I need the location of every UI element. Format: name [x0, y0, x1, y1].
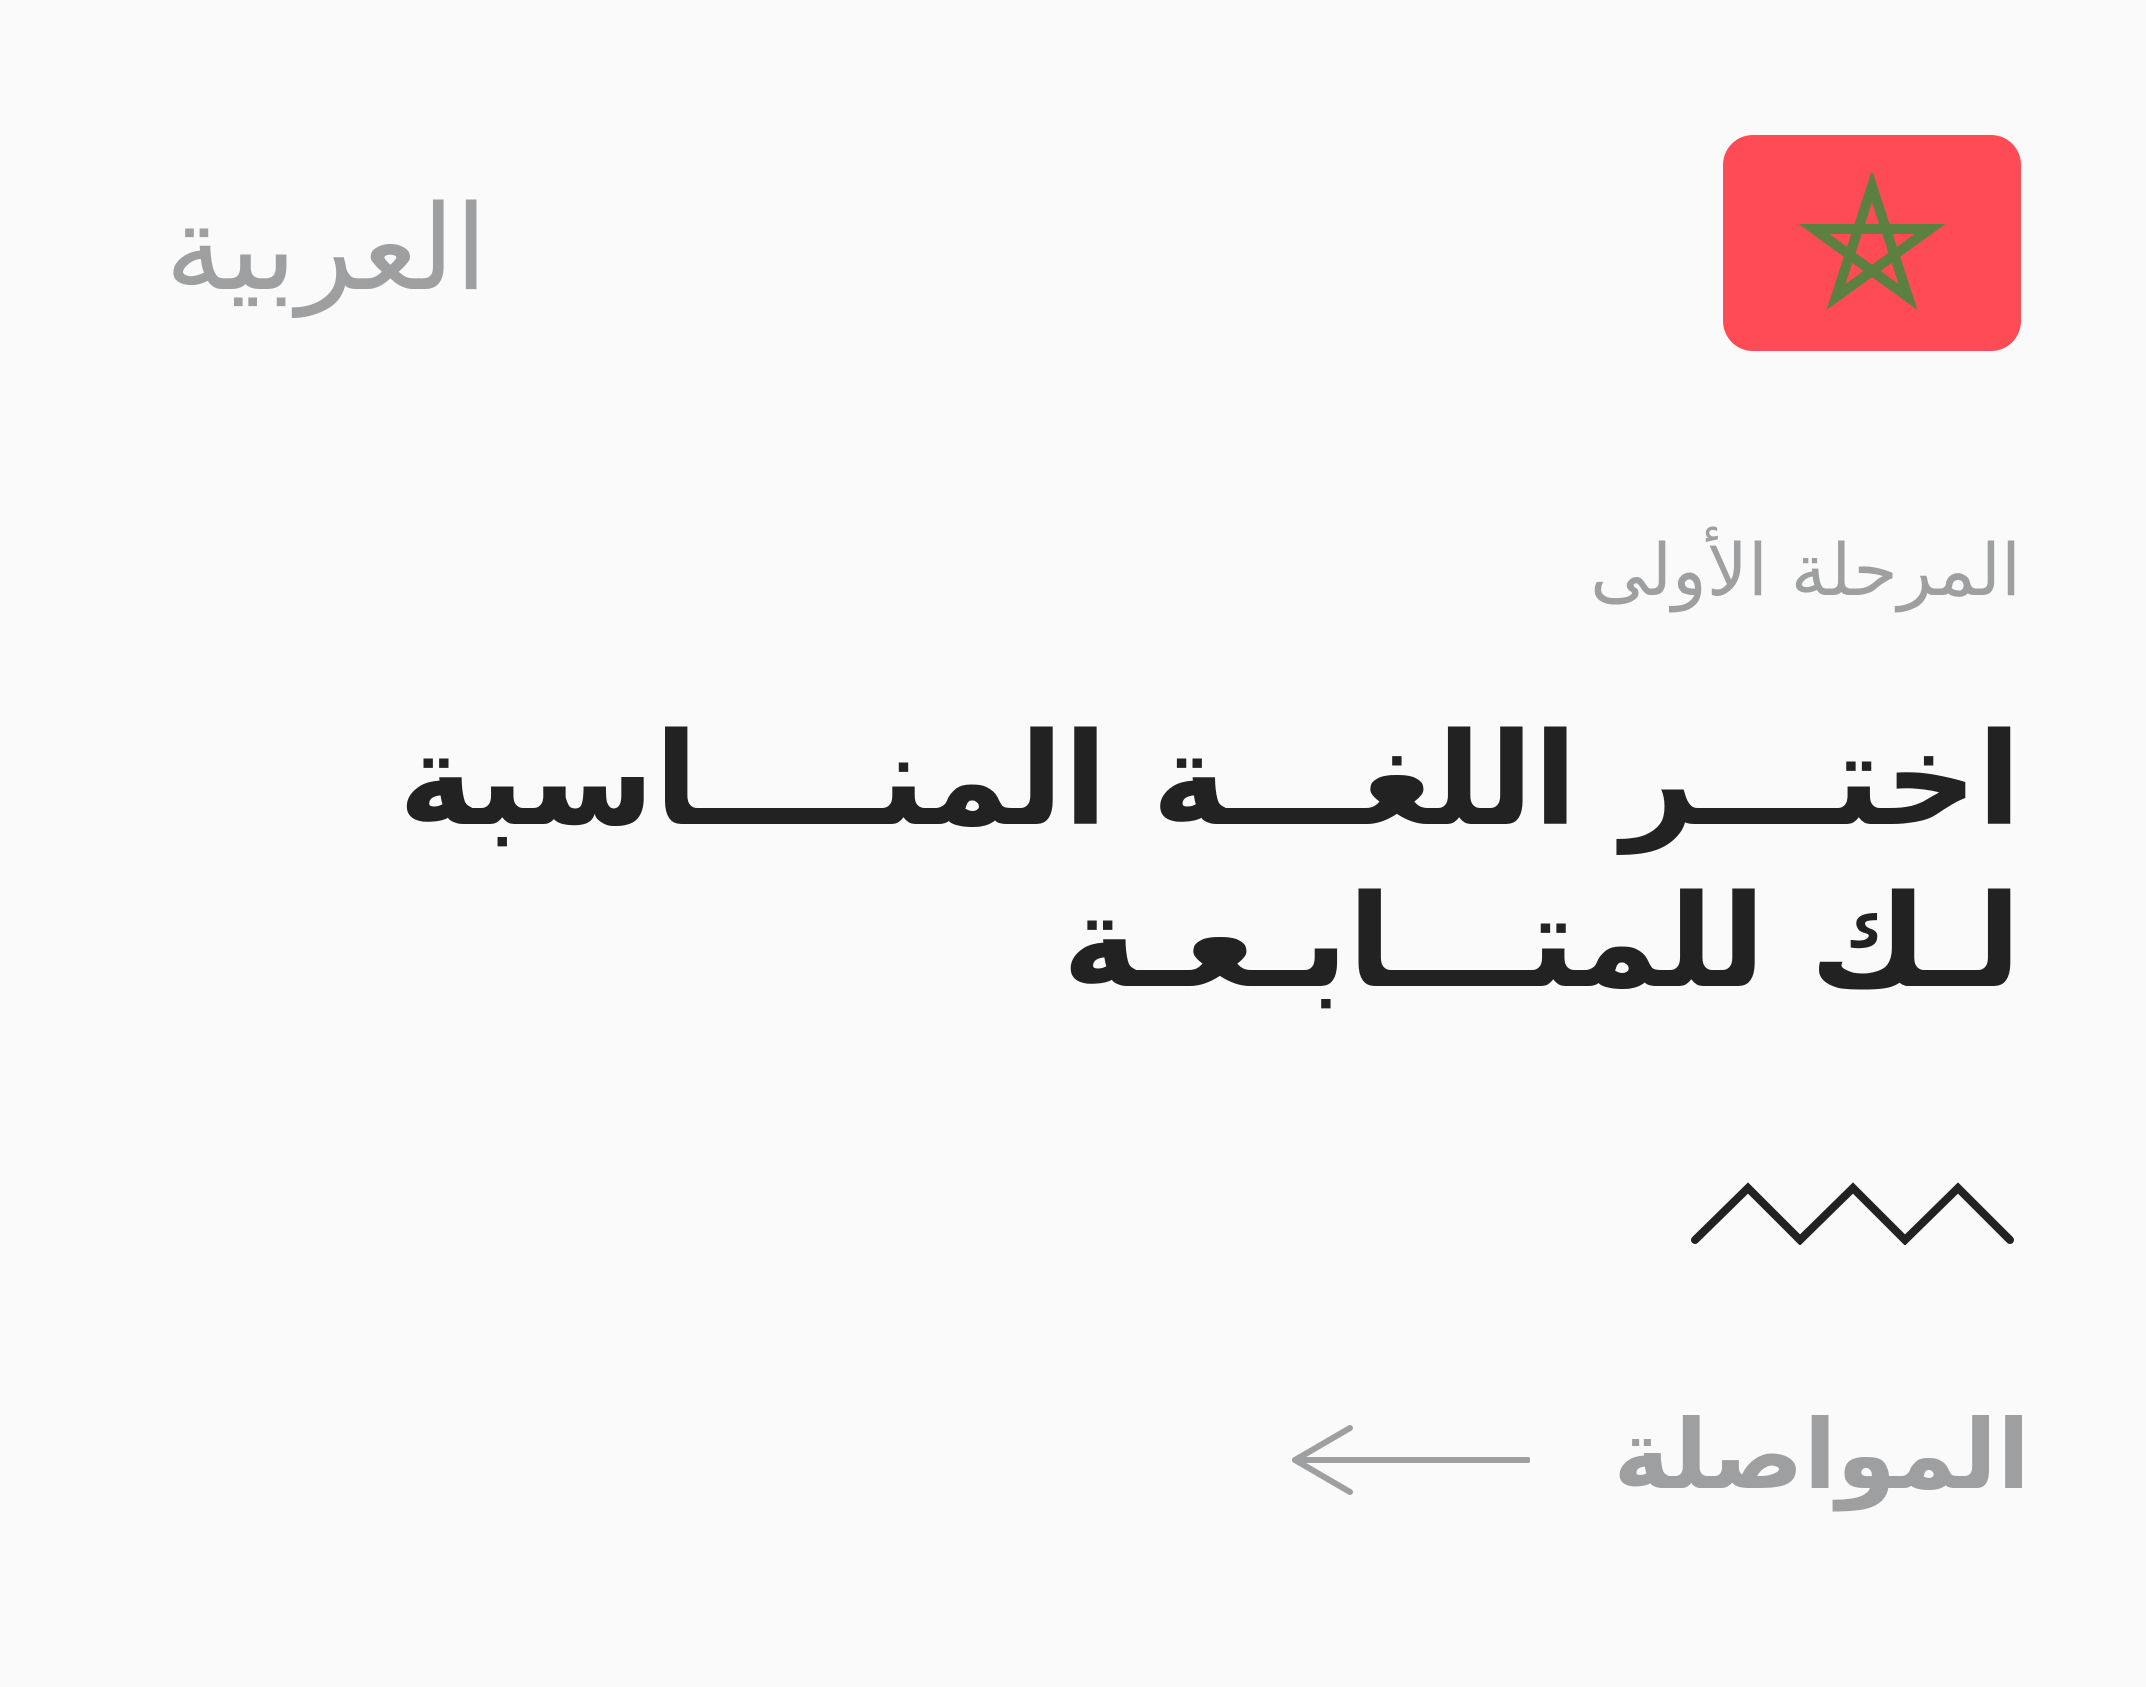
zigzag-icon [1691, 1182, 2014, 1245]
star-icon [1798, 173, 1946, 311]
page-title: اختـــر اللغـــة المنــــاسبة لـك للمتــ… [321, 700, 2022, 1024]
morocco-flag-icon[interactable] [1723, 135, 2021, 351]
language-name[interactable]: العربية [165, 178, 487, 318]
step-label: المرحلة الأولى [1590, 528, 2021, 612]
continue-label: المواصلة [1613, 1399, 2030, 1511]
continue-button[interactable]: المواصلة [1290, 1390, 2030, 1520]
title-line-1: اختـــر اللغـــة المنــــاسبة [398, 706, 2022, 855]
arrow-left-icon [1292, 1425, 1530, 1495]
title-line-2: لـك للمتـــابـعـة [1062, 868, 2021, 1017]
